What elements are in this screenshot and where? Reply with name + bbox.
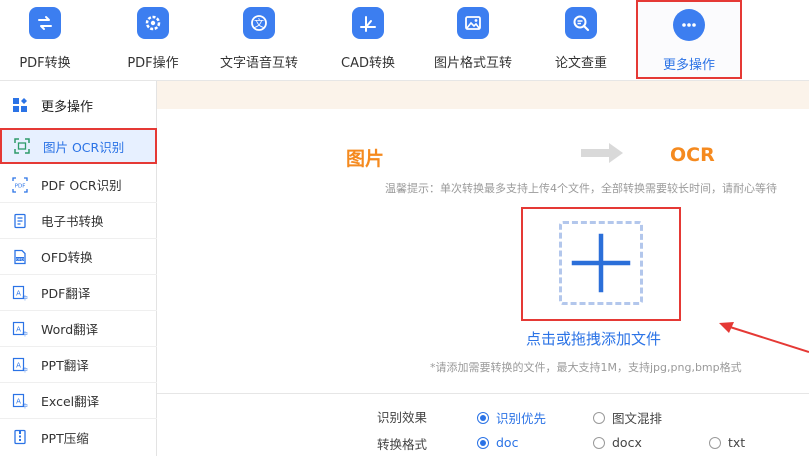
svg-text:中: 中 [22, 366, 28, 373]
radio-label: 识别优先 [496, 411, 547, 426]
sidebar-header: 更多操作 [0, 87, 157, 123]
radio-label: 图文混排 [612, 411, 663, 426]
tool-more-operations[interactable]: 更多操作 [636, 0, 742, 79]
radio-recognition-priority[interactable]: 识别优先 [477, 408, 546, 427]
svg-text:中: 中 [22, 402, 28, 409]
sidebar-item-ebook[interactable]: 电子书转换 [0, 203, 157, 239]
sidebar-item-ppt-translate[interactable]: A中 PPT翻译 [0, 347, 157, 383]
app-window: PDF转换 PDF操作 文 文字语音互转 CAD转换 图片格式互转 论文查重 更… [0, 0, 809, 456]
radio-dot [593, 436, 605, 449]
gear-icon [137, 7, 169, 39]
ocr-scan-icon [13, 137, 31, 155]
sidebar-item-label: Excel翻译 [41, 394, 100, 409]
options-divider [157, 393, 809, 394]
radio-dot [477, 411, 489, 424]
text-speech-icon: 文 [243, 7, 275, 39]
tool-pdf-operation[interactable]: PDF操作 [110, 0, 196, 81]
translate-icon: A中 [11, 284, 29, 302]
svg-text:中: 中 [22, 294, 28, 301]
ebook-icon [11, 212, 29, 230]
radio-label: txt [728, 435, 746, 450]
tool-label: 文字语音互转 [219, 56, 298, 71]
translate-icon: A中 [11, 392, 29, 410]
radio-label: docx [612, 435, 642, 450]
flow-source-label: 图片 [346, 148, 385, 170]
flow-target-label: OCR [670, 144, 715, 166]
image-icon [457, 7, 489, 39]
tool-paper-check[interactable]: 论文查重 [538, 0, 624, 81]
upload-label[interactable]: 点击或拖拽添加文件 [526, 328, 661, 349]
sidebar-item-pdf-ocr[interactable]: PDF PDF OCR识别 [0, 167, 157, 203]
search-doc-icon [565, 7, 597, 39]
ofd-icon: OFD [11, 248, 29, 266]
radio-dot [477, 436, 489, 449]
radio-dot [709, 436, 721, 449]
sidebar-header-label: 更多操作 [41, 99, 94, 115]
sidebar: 更多操作 图片 OCR识别 PDF PDF OCR识别 电子书转换 OFD OF… [0, 81, 157, 456]
grid-icon [11, 96, 29, 114]
top-banner [157, 81, 809, 109]
arrow-right-icon [581, 143, 623, 163]
main-content [157, 81, 809, 456]
add-file-button[interactable] [559, 221, 643, 305]
svg-text:文: 文 [254, 17, 264, 30]
sidebar-item-label: PDF OCR识别 [41, 178, 122, 193]
sidebar-item-label: PDF翻译 [41, 286, 91, 301]
sidebar-item-label: 电子书转换 [41, 214, 104, 229]
radio-format-txt[interactable]: txt [709, 435, 745, 450]
tool-label: 图片格式互转 [433, 56, 512, 71]
translate-icon: A中 [11, 356, 29, 374]
cad-icon [352, 7, 384, 39]
svg-text:中: 中 [22, 330, 28, 337]
compress-icon [11, 428, 29, 446]
sidebar-item-label: 图片 OCR识别 [43, 139, 125, 155]
svg-text:OFD: OFD [16, 257, 24, 261]
tool-label: CAD转换 [341, 56, 395, 71]
radio-label: doc [496, 435, 519, 450]
tool-text-speech[interactable]: 文 文字语音互转 [214, 0, 304, 81]
sidebar-item-ppt-compress[interactable]: PPT压缩 [0, 419, 157, 455]
radio-text-image-mixed[interactable]: 图文混排 [593, 408, 662, 427]
pdf-ocr-icon: PDF [11, 176, 29, 194]
sidebar-item-ofd[interactable]: OFD OFD转换 [0, 239, 157, 275]
svg-text:A: A [16, 289, 21, 297]
pdf-convert-icon [29, 7, 61, 39]
tool-label: PDF转换 [19, 56, 71, 71]
sidebar-item-word-translate[interactable]: A中 Word翻译 [0, 311, 157, 347]
svg-text:A: A [16, 325, 21, 333]
sidebar-item-label: OFD转换 [41, 250, 93, 265]
top-toolbar: PDF转换 PDF操作 文 文字语音互转 CAD转换 图片格式互转 论文查重 更… [0, 0, 809, 81]
svg-text:PDF: PDF [15, 183, 26, 189]
tool-image-format[interactable]: 图片格式互转 [428, 0, 518, 81]
tip-text: 温馨提示：单次转换最多支持上传4个文件，全部转换需要较长时间，请耐心等待 [385, 182, 777, 195]
sidebar-item-image-ocr[interactable]: 图片 OCR识别 [0, 128, 157, 164]
translate-icon: A中 [11, 320, 29, 338]
radio-dot [593, 411, 605, 424]
svg-text:A: A [16, 361, 21, 369]
more-dots-icon [673, 9, 705, 41]
radio-format-doc[interactable]: doc [477, 435, 518, 450]
plus-icon [571, 233, 631, 293]
sidebar-item-pdf-translate[interactable]: A中 PDF翻译 [0, 275, 157, 311]
sidebar-item-label: PPT翻译 [41, 358, 89, 373]
svg-text:A: A [16, 397, 21, 405]
sidebar-item-excel-translate[interactable]: A中 Excel翻译 [0, 383, 157, 419]
recognition-option-label: 识别效果 [377, 410, 428, 425]
upload-hint: *请添加需要转换的文件，最大支持1M，支持jpg,png,bmp格式 [430, 361, 742, 374]
tool-pdf-convert[interactable]: PDF转换 [2, 0, 88, 81]
sidebar-item-label: Word翻译 [41, 322, 99, 337]
radio-format-docx[interactable]: docx [593, 435, 642, 450]
tool-label: PDF操作 [127, 56, 179, 71]
sidebar-item-label: PPT压缩 [41, 430, 89, 446]
tool-label: 更多操作 [662, 58, 715, 73]
format-option-label: 转换格式 [377, 437, 428, 452]
tool-label: 论文查重 [554, 56, 607, 71]
tool-cad-convert[interactable]: CAD转换 [325, 0, 411, 81]
